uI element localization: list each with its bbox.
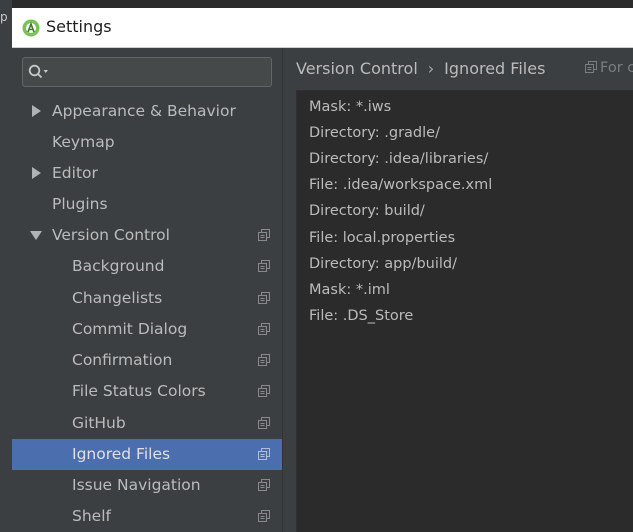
list-item[interactable]: Directory: build/ — [309, 203, 425, 219]
tree-item-version-control[interactable]: Version Control — [12, 220, 282, 251]
tree-item-label: Shelf — [72, 507, 111, 525]
tree-item-label: Issue Navigation — [72, 476, 201, 494]
settings-dialog: Settings Appearance & Behavior Keymap Ed… — [12, 8, 633, 532]
tree-item-label: Version Control — [52, 226, 170, 244]
breadcrumb: Version Control › Ignored Files — [296, 59, 545, 78]
project-copy-icon — [258, 385, 270, 397]
tree-item-editor[interactable]: Editor — [12, 158, 282, 189]
list-item[interactable]: Directory: app/build/ — [309, 256, 457, 272]
tree-item-label: Plugins — [52, 195, 108, 213]
tree-item-label: Changelists — [72, 289, 163, 307]
window-title: Settings — [46, 17, 112, 36]
list-item[interactable]: Directory: .gradle/ — [309, 125, 440, 141]
tree-item-label: Background — [72, 257, 165, 275]
tree-item-label: Confirmation — [72, 351, 173, 369]
tree-item-label: Commit Dialog — [72, 320, 188, 338]
list-item[interactable]: Mask: *.iml — [309, 282, 390, 298]
search-icon[interactable] — [28, 64, 50, 80]
tree-item-keymap[interactable]: Keymap — [12, 127, 282, 158]
tree-item-label: Editor — [52, 164, 98, 182]
background-text-fragment: p — [0, 10, 8, 24]
breadcrumb-parent[interactable]: Version Control — [296, 59, 418, 78]
expand-arrow-icon[interactable] — [30, 166, 42, 180]
title-bar[interactable]: Settings — [12, 8, 633, 48]
project-copy-icon — [258, 510, 270, 522]
tree-item-label: File Status Colors — [72, 382, 206, 400]
expand-arrow-icon[interactable] — [30, 104, 42, 118]
background-window-edge: p — [0, 0, 12, 532]
settings-sidebar: Appearance & Behavior Keymap Editor Plug… — [12, 48, 282, 532]
tree-item-appearance-behavior[interactable]: Appearance & Behavior — [12, 96, 282, 127]
project-copy-icon — [258, 323, 270, 335]
project-copy-icon — [258, 448, 270, 460]
list-item[interactable]: Directory: .idea/libraries/ — [309, 151, 488, 167]
settings-search-input[interactable] — [22, 57, 272, 87]
project-copy-icon — [258, 260, 270, 272]
settings-content: Version Control › Ignored Files For c Mask… — [283, 48, 633, 532]
collapse-arrow-icon[interactable] — [30, 228, 42, 242]
project-copy-icon — [258, 354, 270, 366]
list-item[interactable]: Mask: *.iws — [309, 99, 391, 115]
tree-item-shelf[interactable]: Shelf — [12, 501, 282, 532]
tree-item-issue-navigation[interactable]: Issue Navigation — [12, 470, 282, 501]
breadcrumb-separator: › — [427, 59, 435, 78]
project-copy-icon — [258, 479, 270, 491]
tree-item-github[interactable]: GitHub — [12, 408, 282, 439]
tree-item-ignored-files[interactable]: Ignored Files — [12, 439, 282, 470]
project-copy-icon — [258, 229, 270, 241]
ignored-files-list[interactable]: Mask: *.iws Directory: .gradle/ Director… — [296, 90, 633, 532]
list-item[interactable]: File: .DS_Store — [309, 308, 413, 324]
tree-item-commit-dialog[interactable]: Commit Dialog — [12, 314, 282, 345]
tree-item-file-status-colors[interactable]: File Status Colors — [12, 376, 282, 407]
project-copy-icon — [258, 292, 270, 304]
list-item[interactable]: File: local.properties — [309, 230, 455, 246]
tree-item-confirmation[interactable]: Confirmation — [12, 345, 282, 376]
scope-hint: For c — [585, 60, 633, 76]
tree-item-background[interactable]: Background — [12, 251, 282, 282]
tree-item-plugins[interactable]: Plugins — [12, 189, 282, 220]
tree-item-label: Keymap — [52, 133, 115, 151]
list-item[interactable]: File: .idea/workspace.xml — [309, 177, 492, 193]
tree-item-label: GitHub — [72, 414, 126, 432]
tree-item-label: Appearance & Behavior — [52, 102, 236, 120]
project-copy-icon — [585, 61, 597, 73]
tree-item-changelists[interactable]: Changelists — [12, 283, 282, 314]
tree-item-label: Ignored Files — [72, 445, 171, 463]
scope-label: For c — [600, 60, 633, 76]
android-studio-icon — [22, 19, 40, 37]
breadcrumb-current: Ignored Files — [444, 59, 546, 78]
project-copy-icon — [258, 417, 270, 429]
